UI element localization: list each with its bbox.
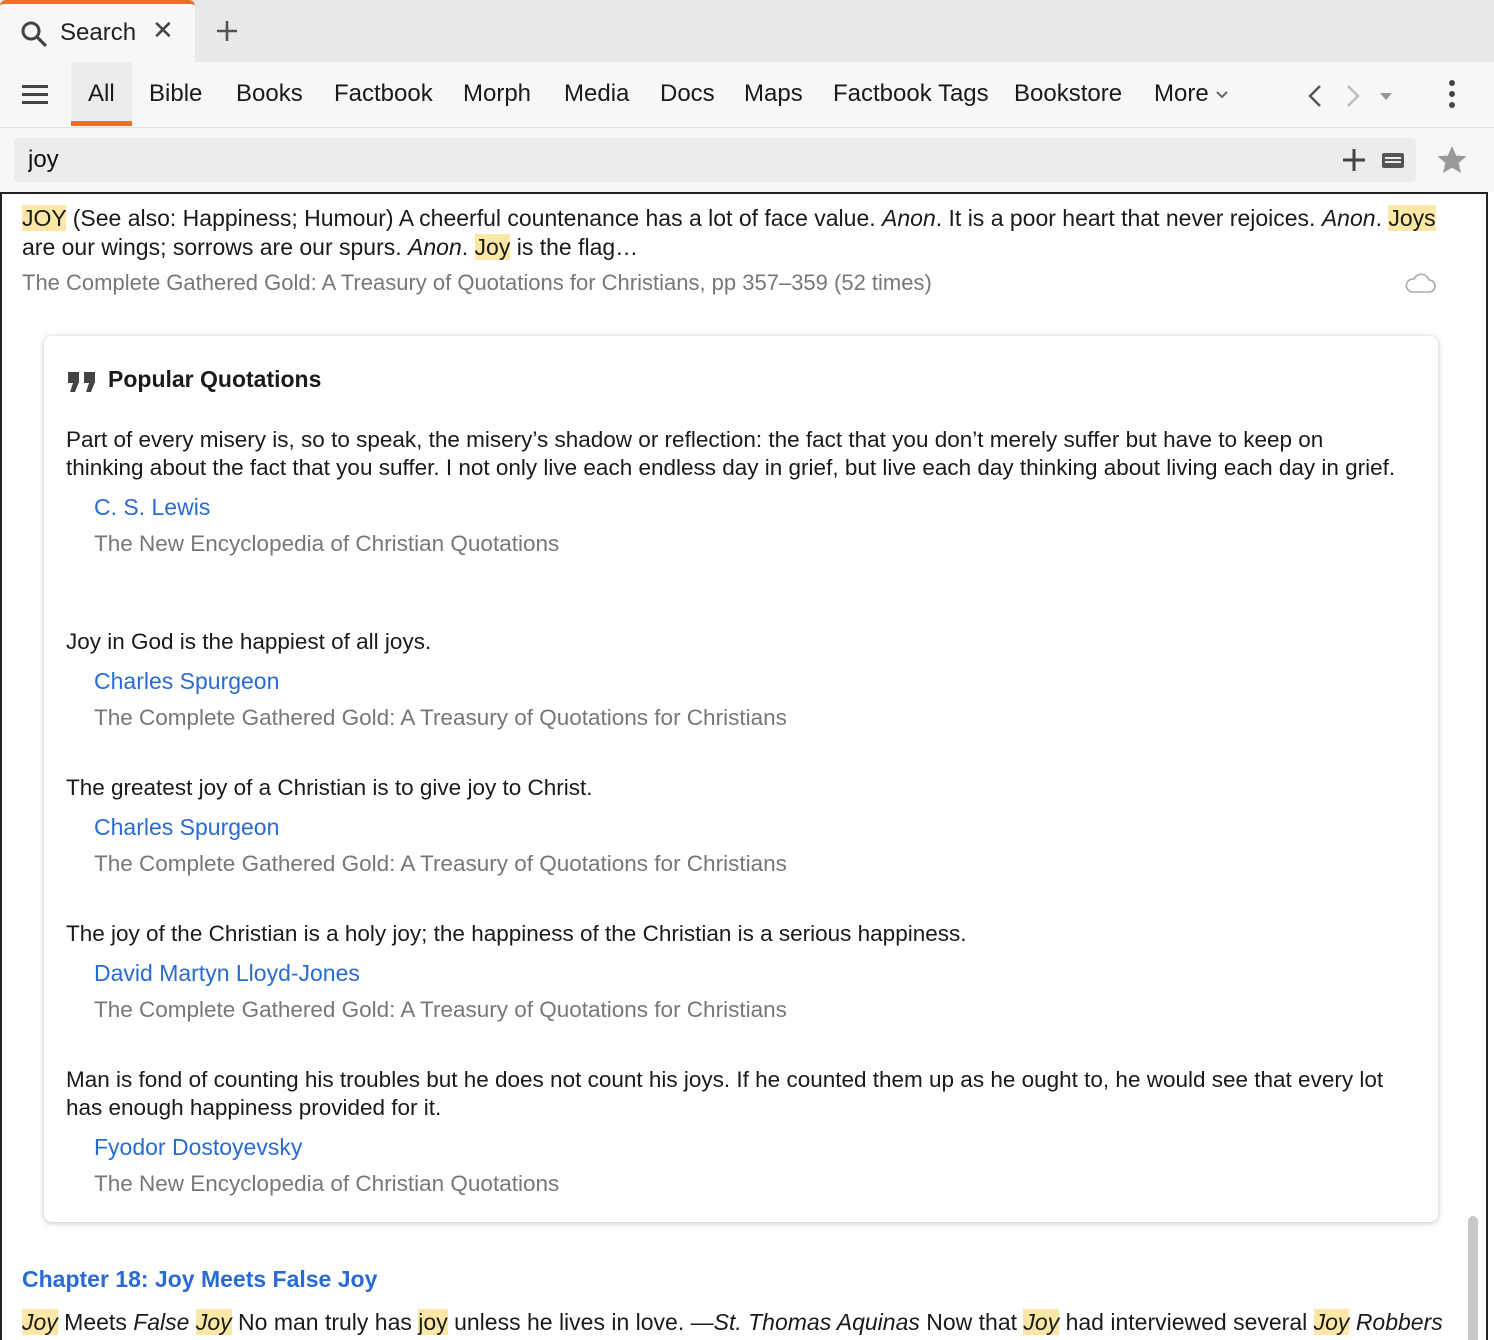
search-icon: [21, 21, 47, 47]
quote-source[interactable]: The Complete Gathered Gold: A Treasury o…: [94, 997, 1406, 1023]
chevron-down-icon: [1215, 90, 1228, 99]
chevron-left-icon[interactable]: [1302, 82, 1330, 110]
quote-author-link[interactable]: David Martyn Lloyd-Jones: [94, 960, 1406, 987]
snippet-anon: Anon: [408, 234, 462, 260]
quote-item: Man is fond of counting his troubles but…: [66, 1066, 1406, 1197]
search-field: [14, 138, 1416, 182]
snippet-highlight: Joys: [1388, 205, 1436, 231]
snippet-highlight: Joy: [195, 1309, 232, 1335]
snippet-highlight: joy: [418, 1309, 448, 1335]
nav-tab-bookstore[interactable]: Bookstore: [1014, 80, 1122, 108]
result-headword: JOY: [22, 205, 67, 231]
snippet-text: .: [461, 234, 475, 260]
nav-tab-more[interactable]: More: [1154, 80, 1229, 108]
quote-item: The greatest joy of a Christian is to gi…: [66, 774, 1406, 877]
quote-text: Man is fond of counting his troubles but…: [66, 1067, 1384, 1120]
snippet-highlight: Joy: [22, 1309, 58, 1335]
scrollbar-thumb[interactable]: [1468, 1216, 1478, 1340]
quote-mark-icon: [68, 372, 95, 392]
snippet-anon: Anon: [882, 205, 936, 231]
card-title: Popular Quotations: [108, 366, 322, 392]
star-icon[interactable]: [1436, 144, 1468, 176]
snippet-italic: Robbers: [1355, 1309, 1443, 1335]
quote-source[interactable]: The Complete Gathered Gold: A Treasury o…: [94, 705, 1406, 731]
chapter-title-link[interactable]: Chapter 18: Joy Meets False Joy: [22, 1266, 377, 1293]
kebab-icon[interactable]: [1440, 78, 1464, 112]
snippet-text: Meets: [57, 1309, 134, 1335]
nav-tab-factbook[interactable]: Factbook: [334, 80, 433, 108]
snippet-highlight: Joy: [474, 234, 511, 260]
quote-source[interactable]: The New Encyclopedia of Christian Quotat…: [94, 531, 1406, 557]
snippet-anon: Anon: [1321, 205, 1376, 231]
nav-tab-maps[interactable]: Maps: [744, 80, 803, 108]
snippet-text: unless he lives in love. —: [447, 1309, 714, 1335]
nav-tab-all[interactable]: All: [71, 62, 132, 126]
quote-text: The greatest joy of a Christian is to gi…: [66, 775, 593, 800]
quote-author-link[interactable]: C. S. Lewis: [94, 494, 1406, 521]
snippet-highlight: Joy: [1023, 1309, 1060, 1335]
snippet-italic: False: [133, 1309, 190, 1335]
chapter-snippet[interactable]: Joy Meets False Joy No man truly has joy…: [22, 1308, 1452, 1340]
nav-tab-bible[interactable]: Bible: [149, 80, 202, 108]
snippet-italic: St. Thomas Aquinas: [713, 1309, 920, 1335]
snippet-text: . It is a poor heart that never rejoices…: [935, 205, 1322, 231]
snippet-text: [189, 1309, 195, 1335]
popular-quotations-card: Popular Quotations Part of every misery …: [44, 336, 1438, 1222]
tab-label: Search: [60, 19, 137, 46]
search-bar: [0, 128, 1494, 192]
snippet-text: are our wings; sorrows are our spurs.: [22, 234, 409, 260]
snippet-text: is the flag…: [510, 234, 639, 260]
close-icon[interactable]: ✕: [152, 17, 174, 43]
quote-text: Part of every misery is, so to speak, th…: [66, 427, 1396, 480]
cloud-icon: [1405, 273, 1436, 293]
snippet-text: Now that: [919, 1309, 1024, 1335]
quote-author-link[interactable]: Fyodor Dostoyevsky: [94, 1134, 1406, 1161]
quote-item: Part of every misery is, so to speak, th…: [66, 426, 1406, 557]
hamburger-icon[interactable]: [20, 80, 52, 110]
keyboard-icon[interactable]: [1380, 148, 1406, 172]
result-snippet[interactable]: JOY (See also: Happiness; Humour) A chee…: [22, 204, 1442, 262]
quote-text: Joy in God is the happiest of all joys.: [66, 629, 432, 654]
nav-tab-books[interactable]: Books: [236, 80, 303, 108]
snippet-text: had interviewed several: [1059, 1309, 1314, 1335]
snippet-highlight: Joy: [1313, 1309, 1350, 1335]
search-input[interactable]: [28, 144, 1328, 176]
quote-author-link[interactable]: Charles Spurgeon: [94, 668, 1406, 695]
tab-strip: Search ✕: [0, 0, 1494, 62]
quote-text: The joy of the Christian is a holy joy; …: [66, 921, 967, 946]
nav-more-label: More: [1154, 80, 1209, 107]
nav-tab-media[interactable]: Media: [564, 80, 629, 108]
nav-tab-docs[interactable]: Docs: [660, 80, 715, 108]
caret-down-icon[interactable]: [1372, 82, 1400, 110]
nav-tab-morph[interactable]: Morph: [463, 80, 531, 108]
plus-icon[interactable]: [1340, 146, 1368, 174]
tab-search[interactable]: Search ✕: [0, 0, 195, 62]
quote-source[interactable]: The Complete Gathered Gold: A Treasury o…: [94, 851, 1406, 877]
snippet-text: (See also: Happiness; Humour) A cheerful…: [66, 205, 883, 231]
result-source[interactable]: The Complete Gathered Gold: A Treasury o…: [22, 270, 932, 296]
quote-author-link[interactable]: Charles Spurgeon: [94, 814, 1406, 841]
chevron-right-icon[interactable]: [1338, 82, 1366, 110]
quote-item: The joy of the Christian is a holy joy; …: [66, 920, 1406, 1023]
results-pane: JOY (See also: Happiness; Humour) A chee…: [0, 192, 1488, 1340]
search-kind-navbar: All Bible Books Factbook Morph Media Doc…: [0, 62, 1494, 128]
plus-icon[interactable]: [212, 16, 242, 46]
nav-tab-factbook-tags[interactable]: Factbook Tags: [833, 80, 989, 108]
snippet-text: No man truly has: [231, 1309, 419, 1335]
quote-source[interactable]: The New Encyclopedia of Christian Quotat…: [94, 1171, 1406, 1197]
quote-item: Joy in God is the happiest of all joys. …: [66, 628, 1406, 731]
